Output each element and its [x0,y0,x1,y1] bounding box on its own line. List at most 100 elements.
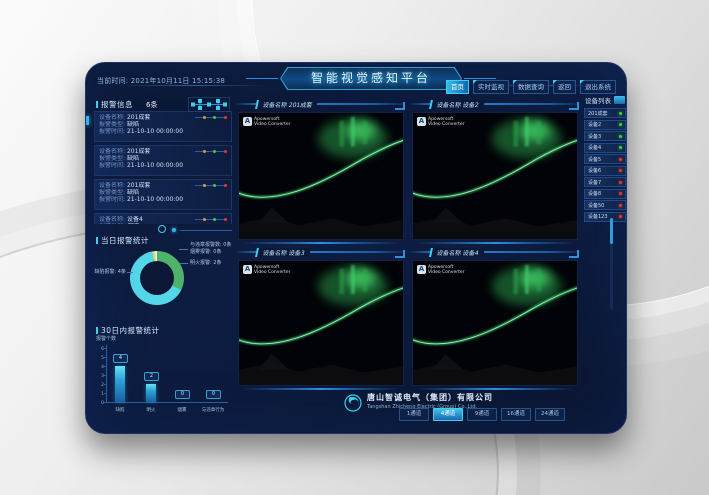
device-list-item[interactable]: 设备5 [584,154,626,164]
video-title: 设备名称 设备2 [429,100,485,109]
alarm-status-dots [195,184,227,187]
watermark-logo-icon: A [417,265,426,274]
nav-button-2[interactable]: 实时监视 [473,80,509,94]
watermark-logo-icon: A [243,265,252,274]
nav-button-1[interactable]: 首页 [446,80,469,94]
divider-line [180,230,232,231]
device-list-scrollbar[interactable] [610,218,613,310]
watermark-line2: Video Converter [428,122,464,127]
watermark-line2: Video Converter [254,122,290,127]
alarm-type-label: 报警类型: [99,155,127,162]
device-list-item[interactable]: 设备123 [584,212,626,222]
nav-button-5[interactable]: 退出系统 [580,80,616,94]
device-name: 设备6 [588,167,601,174]
dot-connector-line [195,151,203,152]
y-tick-label: 6 [96,347,104,352]
alarm-device-label: 设备名称: [99,216,127,223]
dot-connector-line [206,185,214,186]
video-footer-line [416,242,574,244]
dot-connector-line [206,117,214,118]
alarm-time-row: 报警时间: 21-10-10 00:00:00 [99,196,227,203]
alarm-device-label: 设备名称: [99,114,127,121]
status-dot-icon [224,184,227,187]
dot-connector-line [216,185,224,186]
device-list: 201成套设备2设备3 设备4 设备5 设备6 设备7 设备8 设备50 设备123 [584,108,626,223]
device-list-item[interactable]: 设备50 [584,200,626,210]
alarm-device-value: 设备4 [127,216,143,223]
video-panel-3[interactable]: 设备名称 设备3 A Apowersoft Video Converter [236,247,406,391]
device-name: 设备4 [588,144,601,151]
device-status-dot-icon [619,112,622,115]
bar-value-bubble: 0 [206,390,221,399]
device-list-item[interactable]: 设备7 [584,177,626,187]
dot-connector-line [195,117,203,118]
device-name: 设备8 [588,190,601,197]
y-axis [106,345,107,403]
device-status-dot-icon [619,135,622,138]
edge-marker [86,116,89,125]
alarm-type-row: 报警类型: 缺陷 [99,155,227,162]
device-list-item[interactable]: 设备8 [584,189,626,199]
watermark: A Apowersoft Video Converter [243,265,290,275]
alarm-list: 设备名称: 201成套 报警类型: 缺陷报警时间: 21-10-10 00:00:… [94,111,232,224]
alarm-time-value: 21-10-10 00:00:00 [127,128,183,135]
video-panel-1[interactable]: 设备名称 201成套 A Apowersoft Video Converter [236,99,406,245]
alarm-item[interactable]: 设备名称: 201成套报警类型: 缺陷报警时间: 21-10-10 00:00:… [94,145,232,176]
watermark-text: Apowersoft Video Converter [428,265,464,275]
video-screen[interactable]: A Apowersoft Video Converter [238,260,404,386]
device-status-dot-icon [619,204,622,207]
channel-button-3[interactable]: 9通道 [467,408,497,421]
plaque-line-left [246,78,278,79]
alarm-device-label: 设备名称: [99,182,127,189]
device-list-header: 设备列表 [585,95,625,105]
alarm-item[interactable]: 设备名称: 设备4报警类型: 烟雾报警时间: 21-10-10 00:00:00 [94,213,232,224]
watermark: A Apowersoft Video Converter [417,265,464,275]
device-list-item[interactable]: 设备2 [584,120,626,130]
alarm-item[interactable]: 设备名称: 201成套报警类型: 缺陷报警时间: 21-10-10 00:00:… [94,111,232,142]
video-screen[interactable]: A Apowersoft Video Converter [238,112,404,240]
video-panel-2[interactable]: 设备名称 设备2 A Apowersoft Video Converter [410,99,580,245]
device-list-item[interactable]: 201成套 [584,108,626,118]
device-list-item[interactable]: 设备4 [584,143,626,153]
alarm-time-row: 报警时间: 21-10-10 00:00:00 [99,128,227,135]
device-status-dot-icon [619,181,622,184]
video-panel-4[interactable]: 设备名称 设备4 A Apowersoft Video Converter [410,247,580,391]
channel-switcher: 1通道 4通道 9通道 16通道 24通道 [399,408,565,421]
alarm-device-label: 设备名称: [99,148,127,155]
topology-icon[interactable] [188,97,230,112]
watermark-line2: Video Converter [428,270,464,275]
alarm-device-value: 201成套 [127,182,150,189]
device-list-item[interactable]: 设备3 [584,131,626,141]
scrollbar-thumb[interactable] [610,218,613,244]
y-tick-mark [104,366,107,367]
dot-connector-line [206,219,214,220]
watermark-logo-icon: A [243,117,252,126]
donut-connector [180,263,188,264]
channel-button-2[interactable]: 4通道 [433,408,463,421]
video-screen[interactable]: A Apowersoft Video Converter [412,260,578,386]
watermark-text: Apowersoft Video Converter [254,117,290,127]
alarm-type-row: 报警类型: 缺陷 [99,121,227,128]
video-screen[interactable]: A Apowersoft Video Converter [412,112,578,240]
channel-button-1[interactable]: 1通道 [399,408,429,421]
video-header: 设备名称 设备3 [236,247,406,259]
video-header: 设备名称 设备4 [410,247,580,259]
watermark-text: Apowersoft Video Converter [254,265,290,275]
y-tick-label: 0 [96,401,104,406]
donut-label-violation: 与违章报警数: 0条 烟雾报警: 0条 [190,242,231,256]
channel-button-4[interactable]: 16通道 [501,408,531,421]
alarm-item[interactable]: 设备名称: 201成套报警类型: 缺陷报警时间: 21-10-10 00:00:… [94,179,232,210]
nav-button-3[interactable]: 数据查询 [513,80,549,94]
device-list-item[interactable]: 设备6 [584,166,626,176]
alarm-time-value: 21-10-10 00:00:00 [127,162,183,169]
video-header: 设备名称 设备2 [410,99,580,111]
nav-button-4[interactable]: 返回 [553,80,576,94]
channel-button-5[interactable]: 24通道 [535,408,565,421]
device-status-dot-icon [619,192,622,195]
device-list-action-button[interactable] [614,96,625,104]
bar-2 [146,384,156,402]
x-category-label: 明火 [135,407,167,413]
device-status-dot-icon [619,158,622,161]
watermark-line2: Video Converter [254,270,290,275]
y-tick-label: 2 [96,383,104,388]
